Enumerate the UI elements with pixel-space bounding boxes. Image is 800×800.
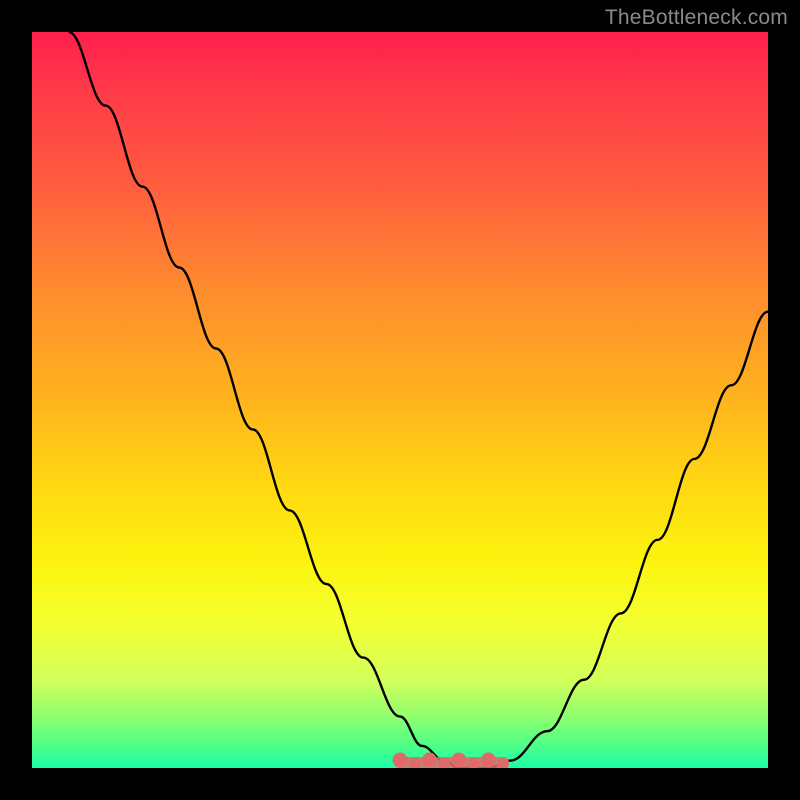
valley-dot [393,753,408,768]
valley-dot [422,753,437,768]
chart-frame: TheBottleneck.com [0,0,800,800]
valley-dot [451,753,466,768]
plot-area [32,32,768,768]
watermark-text: TheBottleneck.com [605,6,788,30]
valley-dot [481,753,496,768]
valley-dots-group [393,753,510,769]
valley-highlight [32,32,768,768]
